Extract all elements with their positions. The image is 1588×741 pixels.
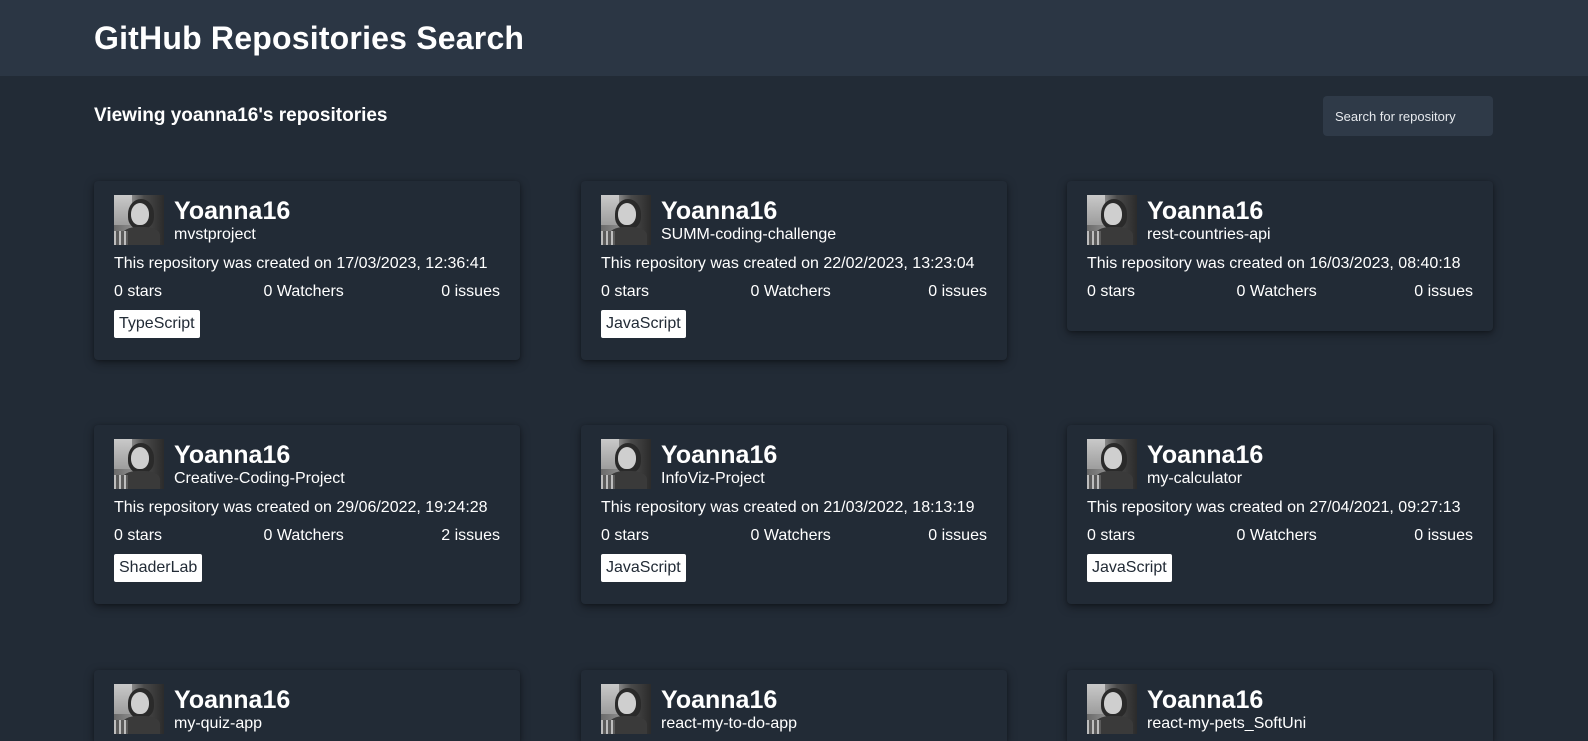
language-badge: JavaScript: [1087, 554, 1172, 582]
issues-count: 0 issues: [1414, 283, 1473, 300]
watchers-count: 0 Watchers: [263, 283, 344, 300]
repo-stats: 0 stars 0 Watchers 2 issues: [114, 526, 500, 546]
repo-stats: 0 stars 0 Watchers 0 issues: [601, 282, 987, 302]
repo-owner: Yoanna16: [1147, 441, 1264, 469]
stars-count: 0 stars: [114, 527, 163, 544]
stars-count: 0 stars: [114, 283, 163, 300]
avatar: [1087, 439, 1137, 489]
watchers-count: 0 Watchers: [750, 527, 831, 544]
repo-name: mvstproject: [174, 226, 256, 243]
repo-name: my-calculator: [1147, 470, 1243, 487]
repo-name: Creative-Coding-Project: [174, 470, 345, 487]
repo-owner: Yoanna16: [1147, 197, 1264, 225]
repo-owner: Yoanna16: [661, 686, 778, 714]
avatar: [601, 439, 651, 489]
app-title: GitHub Repositories Search: [94, 20, 525, 56]
repo-owner: Yoanna16: [661, 441, 778, 469]
issues-count: 0 issues: [928, 527, 987, 544]
language-badge: TypeScript: [114, 310, 200, 338]
stars-count: 0 stars: [1087, 283, 1136, 300]
watchers-count: 0 Watchers: [1236, 527, 1317, 544]
avatar: [114, 195, 164, 245]
stars-count: 0 stars: [601, 527, 650, 544]
avatar: [114, 684, 164, 734]
repo-owner: Yoanna16: [174, 686, 291, 714]
repo-card[interactable]: Yoanna16 InfoViz-Project This repository…: [581, 425, 1007, 604]
issues-count: 0 issues: [441, 283, 500, 300]
repo-created-date: This repository was created on 16/03/202…: [1087, 255, 1461, 272]
repo-owner: Yoanna16: [661, 197, 778, 225]
repo-stats: 0 stars 0 Watchers 0 issues: [601, 526, 987, 546]
repo-card[interactable]: Yoanna16 rest-countries-api This reposit…: [1067, 181, 1493, 331]
repo-name: InfoViz-Project: [661, 470, 765, 487]
repo-created-date: This repository was created on 21/03/202…: [601, 499, 975, 516]
repo-name: rest-countries-api: [1147, 226, 1271, 243]
issues-count: 0 issues: [1414, 527, 1473, 544]
repo-card[interactable]: Yoanna16 SUMM-coding-challenge This repo…: [581, 181, 1007, 360]
repo-stats: 0 stars 0 Watchers 0 issues: [1087, 282, 1473, 302]
viewing-user-heading: Viewing yoanna16's repositories: [94, 105, 388, 126]
top-bar: GitHub Repositories Search: [0, 0, 1588, 76]
watchers-count: 0 Watchers: [750, 283, 831, 300]
stars-count: 0 stars: [601, 283, 650, 300]
watchers-count: 0 Watchers: [263, 527, 344, 544]
repo-card[interactable]: Yoanna16 react-my-to-do-app: [581, 670, 1007, 741]
repo-created-date: This repository was created on 29/06/202…: [114, 499, 488, 516]
repo-owner: Yoanna16: [174, 197, 291, 225]
avatar: [114, 439, 164, 489]
language-badge: JavaScript: [601, 310, 686, 338]
repo-stats: 0 stars 0 Watchers 0 issues: [114, 282, 500, 302]
repo-owner: Yoanna16: [1147, 686, 1264, 714]
repo-created-date: This repository was created on 27/04/202…: [1087, 499, 1461, 516]
stars-count: 0 stars: [1087, 527, 1136, 544]
repo-created-date: This repository was created on 17/03/202…: [114, 255, 488, 272]
avatar: [1087, 195, 1137, 245]
repo-owner: Yoanna16: [174, 441, 291, 469]
repo-name: react-my-to-do-app: [661, 715, 798, 732]
repo-card[interactable]: Yoanna16 my-calculator This repository w…: [1067, 425, 1493, 604]
search-input[interactable]: [1323, 96, 1493, 136]
repo-created-date: This repository was created on 22/02/202…: [601, 255, 975, 272]
watchers-count: 0 Watchers: [1236, 283, 1317, 300]
repo-name: react-my-pets_SoftUni: [1147, 715, 1307, 732]
issues-count: 2 issues: [441, 527, 500, 544]
avatar: [1087, 684, 1137, 734]
repo-name: SUMM-coding-challenge: [661, 226, 837, 243]
issues-count: 0 issues: [928, 283, 987, 300]
repo-card[interactable]: Yoanna16 mvstproject This repository was…: [94, 181, 520, 360]
repo-card[interactable]: Yoanna16 Creative-Coding-Project This re…: [94, 425, 520, 604]
avatar: [601, 195, 651, 245]
language-badge: ShaderLab: [114, 554, 203, 582]
repo-name: my-quiz-app: [174, 715, 263, 732]
avatar: [601, 684, 651, 734]
repo-card[interactable]: Yoanna16 react-my-pets_SoftUni: [1067, 670, 1493, 741]
repo-stats: 0 stars 0 Watchers 0 issues: [1087, 526, 1473, 546]
language-badge: JavaScript: [601, 554, 686, 582]
repo-card[interactable]: Yoanna16 my-quiz-app: [94, 670, 520, 741]
